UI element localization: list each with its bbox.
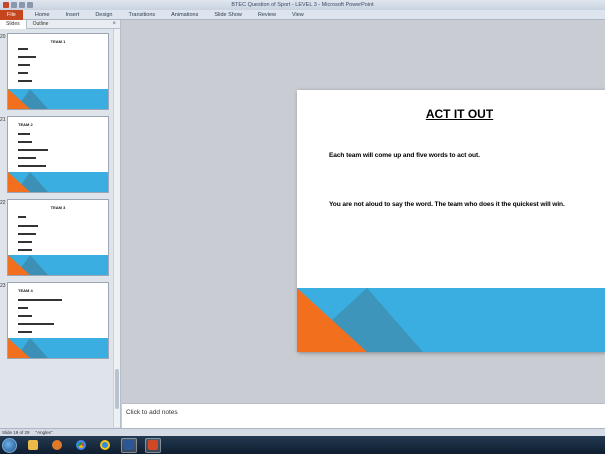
media-player-icon[interactable] xyxy=(49,438,65,453)
thumbnail-text-line xyxy=(18,323,54,325)
thumbnail-text-line xyxy=(18,72,28,74)
tab-transitions[interactable]: Transitions xyxy=(120,12,163,18)
chrome-icon[interactable] xyxy=(73,438,89,453)
slide-title[interactable]: ACT IT OUT xyxy=(297,107,605,121)
slide-design-orange xyxy=(297,288,367,352)
tab-animations[interactable]: Animations xyxy=(163,12,206,18)
tab-slide-show[interactable]: Slide Show xyxy=(206,12,250,18)
thumbnail-text-line xyxy=(18,141,32,143)
word-icon[interactable] xyxy=(121,437,137,453)
windows-taskbar xyxy=(0,436,605,454)
slide-body-line[interactable]: Each team will come up and five words to… xyxy=(329,152,480,159)
thumbnail-text-line xyxy=(18,133,30,135)
thumbnail-text-line xyxy=(18,56,36,58)
slide-body-line[interactable]: You are not aloud to say the word. The t… xyxy=(329,201,565,208)
thumbnail-text-line xyxy=(18,331,32,333)
slide-number: 23 xyxy=(0,283,6,289)
thumbnail-text-line xyxy=(18,64,30,66)
tab-review[interactable]: Review xyxy=(250,12,284,18)
theme-name: "Angles" xyxy=(35,430,53,435)
title-bar: BTEC Question of Sport - LEVEL 3 - Micro… xyxy=(0,0,605,10)
close-icon[interactable]: × xyxy=(112,21,116,27)
thumbnail-title: TEAM 2 xyxy=(18,122,33,127)
tab-slides[interactable]: Slides xyxy=(0,19,27,29)
thumbnail-design-orange xyxy=(8,172,30,192)
notes-pane[interactable]: Click to add notes xyxy=(122,403,605,428)
thumbnail-title: TEAM 1 xyxy=(50,39,66,44)
explorer-icon[interactable] xyxy=(25,438,41,453)
slide-editing-area: ACT IT OUT Each team will come up and fi… xyxy=(122,20,605,402)
tab-view[interactable]: View xyxy=(284,12,312,18)
thumbnail-text-line xyxy=(18,249,32,251)
thumbnail-text-line xyxy=(18,225,38,227)
slide-thumbnail[interactable]: TEAM 1 xyxy=(7,33,109,110)
thumbnail-text-line xyxy=(18,157,36,159)
slide-number: 22 xyxy=(0,200,6,206)
thumbnail-text-line xyxy=(18,233,36,235)
thumbnail-design-orange xyxy=(8,89,30,109)
thumbnail-title: TEAM 3 xyxy=(50,205,66,210)
scrollbar-thumb[interactable] xyxy=(115,369,119,409)
slide-thumbnail[interactable]: TEAM 2 xyxy=(7,116,109,193)
tab-design[interactable]: Design xyxy=(87,12,120,18)
powerpoint-icon[interactable] xyxy=(145,437,161,453)
thumbnail-text-line xyxy=(18,165,46,167)
thumbnail-text-line xyxy=(18,216,26,218)
slide-indicator: Slide 19 of 29 xyxy=(2,430,30,435)
ribbon-tabs: File Home Insert Design Transitions Anim… xyxy=(0,9,605,20)
internet-explorer-icon[interactable] xyxy=(97,438,113,453)
thumbnail-design-orange xyxy=(8,338,30,358)
tab-outline[interactable]: Outline xyxy=(27,21,55,27)
tab-home[interactable]: Home xyxy=(27,12,58,18)
slide-pane: Slides Outline × 20 TEAM 1 21 TEAM 2 22 … xyxy=(0,19,121,428)
thumbnail-text-line xyxy=(18,80,32,82)
slide-thumbnail[interactable]: TEAM 3 xyxy=(7,199,109,276)
tab-insert[interactable]: Insert xyxy=(58,12,88,18)
thumbnail-text-line xyxy=(18,48,28,50)
thumbnail-text-line xyxy=(18,315,32,317)
slide-thumbnail[interactable]: TEAM 4 xyxy=(7,282,109,359)
thumbnail-text-line xyxy=(18,149,48,151)
start-orb[interactable] xyxy=(2,437,17,453)
window-title: BTEC Question of Sport - LEVEL 3 - Micro… xyxy=(231,2,374,8)
slide-pane-scrollbar[interactable] xyxy=(113,29,120,427)
current-slide[interactable]: ACT IT OUT Each team will come up and fi… xyxy=(297,90,605,352)
notes-placeholder[interactable]: Click to add notes xyxy=(126,409,178,416)
slide-number: 20 xyxy=(0,34,6,40)
thumbnail-text-line xyxy=(18,241,32,243)
thumbnail-title: TEAM 4 xyxy=(18,288,33,293)
status-bar: Slide 19 of 29 "Angles" xyxy=(0,428,605,436)
tab-file[interactable]: File xyxy=(0,9,23,20)
thumbnail-design-orange xyxy=(8,255,30,275)
pane-tabs: Slides Outline × xyxy=(0,19,120,29)
slide-number: 21 xyxy=(0,117,6,123)
thumbnail-text-line xyxy=(18,307,28,309)
thumbnail-text-line xyxy=(18,299,62,301)
